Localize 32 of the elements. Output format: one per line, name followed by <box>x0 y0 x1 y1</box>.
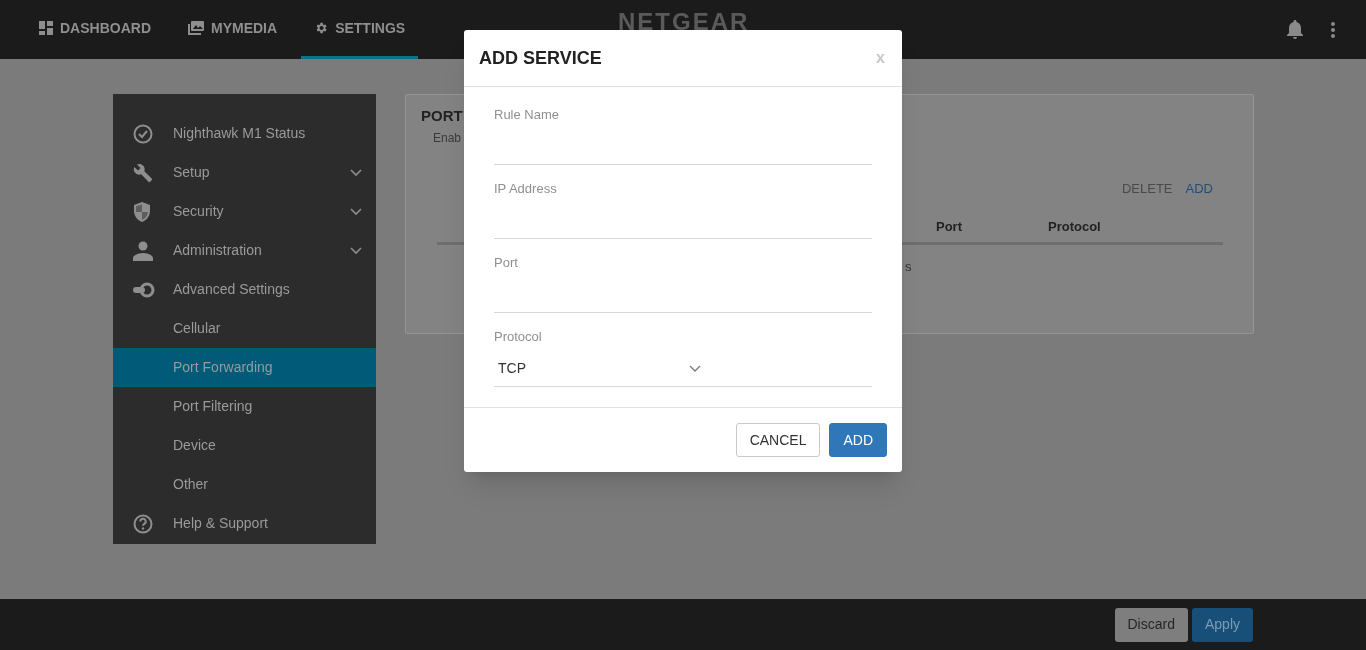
more-options-icon[interactable] <box>1330 20 1336 39</box>
toggle-icon <box>133 281 155 298</box>
gear-icon <box>314 21 329 35</box>
table-cell-text: s <box>905 258 912 276</box>
nav-tab[interactable]: MYMEDIA <box>175 0 291 59</box>
protocol-dropdown[interactable]: TCP <box>494 351 872 387</box>
dialog-title: ADD SERVICE <box>479 46 602 70</box>
card-title: PORT <box>421 106 463 126</box>
netgear-logo: NETGEAR <box>618 12 750 32</box>
column-header: Protocol <box>1048 218 1101 236</box>
field-label: Protocol <box>494 328 543 346</box>
sidebar-item[interactable]: Port Forwarding <box>113 348 376 387</box>
field-label: Rule Name <box>494 106 561 124</box>
discard-button[interactable]: Discard <box>1114 607 1188 642</box>
nav-tab[interactable]: SETTINGS <box>301 0 419 59</box>
check-circle-icon <box>133 123 153 144</box>
card-subtitle: Enab <box>433 130 462 147</box>
field-label: IP Address <box>494 180 558 198</box>
bell-icon[interactable] <box>1286 19 1304 40</box>
nav-tab[interactable]: DASHBOARD <box>26 0 164 59</box>
help-circle-icon <box>133 513 153 534</box>
field-label: Port <box>494 254 519 272</box>
wrench-icon <box>133 162 153 183</box>
add-button[interactable]: ADD <box>829 423 887 457</box>
person-icon <box>133 240 153 261</box>
cancel-button[interactable]: CANCEL <box>735 423 821 457</box>
apply-button[interactable]: Apply <box>1191 607 1253 642</box>
photos-icon <box>188 21 204 35</box>
column-header: Port <box>936 218 962 236</box>
dashboard-icon <box>39 21 53 35</box>
shield-icon <box>133 201 151 222</box>
chevron-down-icon <box>689 364 701 373</box>
